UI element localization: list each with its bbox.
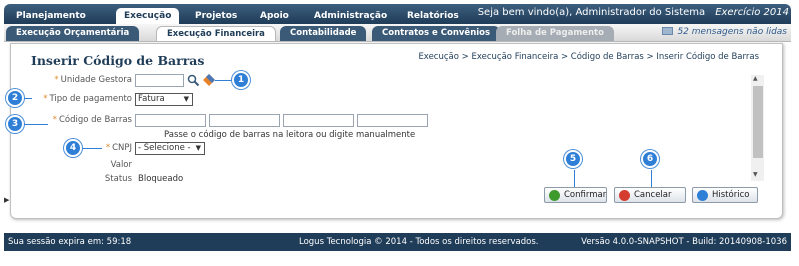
tab-projetos[interactable]: Projetos (187, 8, 245, 24)
unread-messages[interactable]: 52 mensagens não lidas (662, 27, 787, 37)
callout-badge-5: 5 (564, 150, 582, 168)
breadcrumb[interactable]: Execução > Execução Financeira > Código … (418, 52, 759, 62)
cancel-button[interactable]: Cancelar (614, 187, 686, 203)
page-title: Inserir Código de Barras (31, 53, 205, 68)
confirm-button[interactable]: Confirmar (544, 187, 607, 203)
unidade-gestora-label: * Unidade Gestora (40, 75, 132, 85)
callout-badge-1: 1 (232, 71, 250, 89)
cnpj-value: - Selecione - (138, 143, 191, 153)
tipo-pagamento-label: * Tipo de pagamento (30, 94, 132, 104)
scroll-down-icon[interactable]: ▼ (753, 171, 758, 178)
copyright: Logus Tecnologia © 2014 - Todos os direi… (299, 237, 539, 247)
dropdown-arrow-icon: ▼ (195, 144, 201, 152)
tab-execucao[interactable]: Execução (116, 8, 180, 24)
codigo-barras-field-2[interactable] (209, 114, 280, 127)
history-button-label: Histórico (712, 190, 750, 200)
exercise-year[interactable]: Exercício 2014 (715, 7, 789, 18)
callout-line-5 (574, 170, 575, 187)
subtab-folha-pagamento: Folha de Pagamento (496, 26, 614, 41)
required-mark: * (105, 143, 111, 153)
codigo-barras-field-1[interactable] (135, 114, 206, 127)
subtab-execucao-financeira[interactable]: Execução Financeira (156, 26, 276, 41)
mail-icon (662, 27, 674, 35)
cnpj-label: * CNPJ (100, 143, 132, 153)
tab-administracao[interactable]: Administração (306, 8, 395, 24)
codigo-barras-label: * Código de Barras (40, 115, 132, 125)
callout-badge-2: 2 (6, 89, 24, 107)
welcome-message: Seja bem vindo(a), Administrador do Sist… (477, 7, 706, 18)
scroll-thumb[interactable] (753, 86, 763, 158)
unidade-gestora-label-text: Unidade Gestora (60, 75, 132, 85)
tab-relatorios[interactable]: Relatórios (399, 8, 467, 24)
status-label: Status (104, 174, 132, 184)
status-value: Bloqueado (138, 174, 184, 184)
callout-line-6 (651, 170, 652, 187)
expand-arrow-icon[interactable]: ▶ (4, 196, 9, 204)
codigo-barras-label-text: Código de Barras (58, 115, 132, 125)
tipo-pagamento-label-text: Tipo de pagamento (49, 94, 132, 104)
callout-line-1 (215, 80, 232, 81)
main-nav-bar: Planejamento Execução Projetos Apoio Adm… (4, 4, 791, 24)
callout-badge-4: 4 (64, 139, 82, 157)
check-icon (549, 190, 560, 201)
cnpj-label-text: CNPJ (112, 143, 132, 153)
history-icon (697, 190, 708, 201)
codigo-barras-field-3[interactable] (283, 114, 354, 127)
footer: Sua sessão expira em: 59:18 Logus Tecnol… (4, 233, 791, 251)
required-mark: * (52, 115, 57, 125)
session-timer: Sua sessão expira em: 59:18 (8, 237, 132, 247)
history-button[interactable]: Histórico (692, 187, 758, 203)
callout-line-4 (82, 148, 102, 149)
subtab-contabilidade[interactable]: Contabilidade (280, 26, 367, 41)
welcome-text: Seja bem vindo(a), Administrador do Sist… (478, 7, 789, 18)
search-icon[interactable] (187, 74, 200, 87)
tab-apoio[interactable]: Apoio (252, 8, 297, 24)
cancel-button-label: Cancelar (634, 190, 672, 200)
version-info: Versão 4.0.0-SNAPSHOT - Build: 20140908-… (581, 237, 787, 247)
callout-badge-6: 6 (641, 150, 659, 168)
subtab-contratos-convenios[interactable]: Contratos e Convênios (372, 26, 501, 41)
clear-eraser-icon[interactable] (203, 74, 215, 86)
required-mark: * (54, 75, 59, 85)
codigo-barras-field-4[interactable] (357, 114, 428, 127)
codigo-barras-hint: Passe o código de barras na leitora ou d… (164, 130, 416, 140)
tipo-pagamento-select[interactable]: Fatura ▼ (135, 93, 193, 106)
unidade-gestora-input[interactable] (135, 74, 184, 87)
confirm-button-label: Confirmar (564, 190, 607, 200)
required-mark: * (43, 94, 48, 104)
cnpj-select[interactable]: - Selecione - ▼ (135, 142, 205, 155)
tipo-pagamento-value: Fatura (138, 94, 165, 104)
dropdown-arrow-icon: ▼ (183, 95, 189, 103)
tab-planejamento[interactable]: Planejamento (8, 8, 94, 24)
callout-badge-3: 3 (6, 115, 24, 133)
scroll-up-icon[interactable]: ▲ (753, 75, 758, 82)
subtab-execucao-orcamentaria[interactable]: Execução Orçamentária (6, 26, 140, 41)
close-icon (619, 190, 630, 201)
valor-label: Valor (110, 160, 132, 170)
sub-nav-bar: Execução Orçamentária Execução Financeir… (4, 24, 791, 42)
unread-messages-label: 52 mensagens não lidas (677, 27, 787, 37)
